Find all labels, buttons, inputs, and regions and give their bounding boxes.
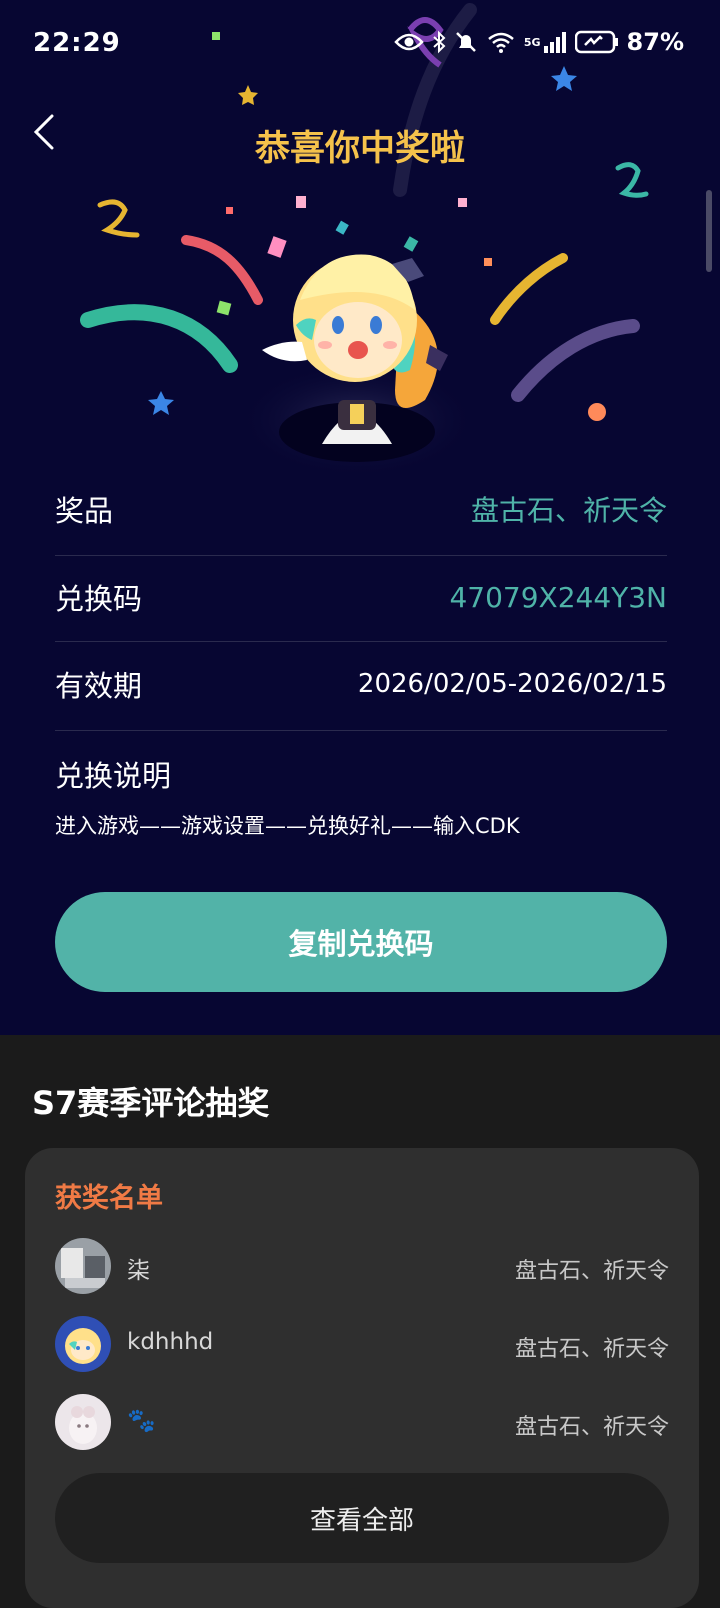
- winner-name: 🐾: [127, 1408, 156, 1434]
- copy-code-button[interactable]: 复制兑换码: [55, 892, 667, 992]
- instructions-text: 进入游戏——游戏设置——兑换好礼——输入CDK: [55, 814, 520, 838]
- winners-card: 获奖名单 柒 盘古石、祈天令 kdhhhd 盘古石、祈天令 🐾 盘古石、祈天令 …: [25, 1148, 699, 1608]
- signal-icon: [543, 32, 566, 53]
- season-title: S7赛季评论抽奖: [32, 1084, 270, 1122]
- winners-title: 获奖名单: [55, 1183, 163, 1214]
- validity-value: 2026/02/05-2026/02/15: [357, 669, 667, 699]
- validity-row: 有效期 2026/02/05-2026/02/15: [55, 663, 667, 705]
- divider: [55, 641, 667, 642]
- code-label: 兑换码: [55, 582, 143, 616]
- prize-label: 奖品: [55, 494, 114, 528]
- avatar: [55, 1394, 111, 1450]
- wifi-icon: [488, 32, 514, 53]
- scrollbar[interactable]: [706, 190, 712, 272]
- prize-row: 奖品 盘古石、祈天令: [55, 488, 667, 530]
- status-bar: 22:29 5G 87%: [0, 0, 720, 90]
- winner-item[interactable]: kdhhhd 盘古石、祈天令: [55, 1316, 669, 1372]
- view-all-button[interactable]: 查看全部: [55, 1473, 669, 1563]
- winner-prize: 盘古石、祈天令: [514, 1415, 669, 1440]
- avatar: [55, 1238, 111, 1294]
- battery-icon: [574, 30, 618, 54]
- divider: [55, 555, 667, 556]
- prize-value: 盘古石、祈天令: [470, 494, 667, 527]
- winner-prize: 盘古石、祈天令: [514, 1259, 669, 1284]
- winner-name: kdhhhd: [127, 1329, 214, 1355]
- mute-bell-icon: [455, 32, 476, 52]
- status-time: 22:29: [33, 28, 121, 58]
- eye-icon: [394, 33, 424, 51]
- instructions-label: 兑换说明: [55, 759, 172, 793]
- page-title: 恭喜你中奖啦: [254, 129, 465, 169]
- winner-name: 柒: [127, 1258, 150, 1284]
- divider: [55, 730, 667, 731]
- winner-prize: 盘古石、祈天令: [514, 1337, 669, 1362]
- avatar: [55, 1316, 111, 1372]
- status-icons: 5G 87%: [394, 28, 684, 56]
- prize-panel: 22:29 5G 87% 恭喜你中奖啦 奖品 盘古石、祈天令 兑换码 47079…: [0, 0, 720, 1035]
- validity-label: 有效期: [55, 669, 143, 703]
- battery-level: 87%: [626, 28, 684, 56]
- bluetooth-icon: [433, 30, 446, 54]
- network-label: 5G: [523, 35, 541, 49]
- winner-item[interactable]: 柒 盘古石、祈天令: [55, 1238, 669, 1294]
- code-row: 兑换码 47079X244Y3N: [55, 576, 667, 618]
- code-value: 47079X244Y3N: [449, 580, 667, 614]
- winner-item[interactable]: 🐾 盘古石、祈天令: [55, 1394, 669, 1450]
